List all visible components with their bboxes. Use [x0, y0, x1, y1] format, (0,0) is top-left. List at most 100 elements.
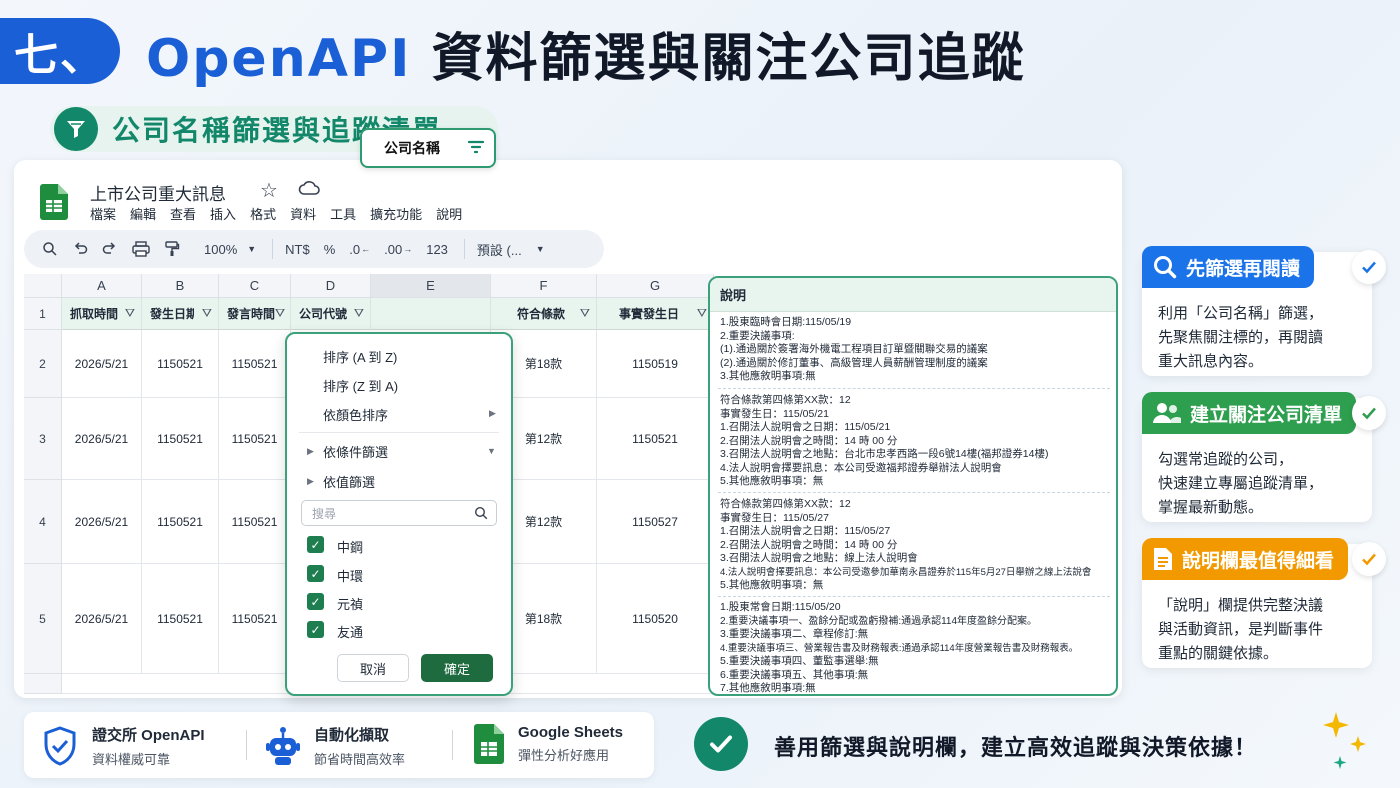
header-cell-speak-time[interactable]: 發言時間 ⛛ — [219, 298, 291, 330]
menu-edit[interactable]: 編輯 — [130, 204, 156, 223]
zoom-select[interactable]: 100% ▼ — [204, 242, 256, 257]
redo-icon[interactable] — [102, 241, 118, 257]
document-title[interactable]: 上市公司重大訊息 — [90, 180, 226, 205]
feature-desc: 彈性分析好應用 — [518, 748, 610, 763]
table-cell[interactable]: 1150521 — [142, 398, 219, 480]
confirm-button[interactable]: 確定 — [421, 654, 493, 682]
filter-icon[interactable]: ⛛ — [697, 306, 707, 321]
print-icon[interactable] — [132, 241, 150, 257]
menu-insert[interactable]: 插入 — [210, 204, 236, 223]
filter-dropdown: 排序 (A 到 Z) 排序 (Z 到 A) 依顏色排序 ▶ ▶ 依條件篩選 ▼ … — [285, 332, 513, 696]
font-select[interactable]: 預設 (... ▼ — [477, 240, 545, 259]
search-menus-icon[interactable] — [42, 241, 58, 257]
table-cell[interactable]: 1150527 — [597, 480, 714, 564]
menu-data[interactable]: 資料 — [290, 204, 316, 223]
currency-button[interactable]: NT$ — [285, 242, 310, 257]
decrease-decimal-button[interactable]: .0 ← — [349, 242, 370, 257]
decrease-decimal-label: .0 — [349, 241, 361, 257]
header-cell-clause[interactable]: 符合條款 ⛛ — [491, 298, 597, 330]
menu-extensions[interactable]: 擴充功能 — [370, 204, 422, 223]
percent-button[interactable]: % — [324, 242, 336, 257]
column-letter-a[interactable]: A — [62, 274, 142, 298]
sparkle-icon — [1320, 710, 1380, 781]
table-cell[interactable]: 2026/5/21 — [62, 564, 142, 674]
filter-icon[interactable]: ⛛ — [202, 306, 212, 321]
header-cell-fact-date[interactable]: 事實發生日 ⛛ — [597, 298, 714, 330]
row-number[interactable]: 4 — [24, 480, 62, 564]
column-letter-c[interactable]: C — [219, 274, 291, 298]
checkbox-checked[interactable]: ✓ — [307, 565, 324, 582]
column-letter-e[interactable]: E — [371, 274, 491, 298]
tip-card-header: 建立關注公司清單 — [1142, 392, 1357, 434]
filter-by-values[interactable]: 依值篩選 — [323, 472, 375, 491]
feature-title: 證交所 OpenAPI — [92, 727, 205, 744]
sort-a-to-z[interactable]: 排序 (A 到 Z) — [323, 347, 397, 366]
table-cell[interactable]: 1150521 — [142, 480, 219, 564]
explanation-line: 符合條款第四條第XX款：12 — [720, 498, 851, 510]
paint-format-icon[interactable] — [164, 241, 180, 257]
row-number[interactable]: 5 — [24, 564, 62, 674]
column-letter-d[interactable]: D — [291, 274, 371, 298]
column-letter-g[interactable]: G — [597, 274, 714, 298]
menu-format[interactable]: 格式 — [250, 204, 276, 223]
header-cell-company-code[interactable]: 公司代號 ⛛ — [291, 298, 371, 330]
table-cell[interactable]: 1150519 — [597, 330, 714, 398]
toolbar-divider — [463, 239, 465, 259]
select-all-corner[interactable] — [24, 274, 62, 298]
table-cell[interactable]: 1150521 — [219, 480, 291, 564]
header-cell-occur-date[interactable]: 發生日期 ⛛ — [142, 298, 219, 330]
table-cell[interactable]: 1150521 — [142, 330, 219, 398]
filter-by-condition[interactable]: 依條件篩選 — [323, 442, 388, 461]
checkbox-checked[interactable]: ✓ — [307, 621, 324, 638]
table-cell[interactable]: 1150520 — [597, 564, 714, 674]
row-number[interactable] — [24, 674, 62, 694]
filter-icon[interactable]: ⛛ — [125, 306, 135, 321]
table-cell[interactable]: 1150521 — [597, 398, 714, 480]
table-cell[interactable]: 2026/5/21 — [62, 398, 142, 480]
header-cell-company-name[interactable] — [371, 298, 491, 330]
explanation-line: 5.其他應敘明事項：無 — [720, 579, 824, 591]
filter-icon[interactable]: ⛛ — [580, 306, 590, 321]
sort-z-to-a[interactable]: 排序 (Z 到 A) — [323, 376, 398, 395]
explanation-cell[interactable]: 符合條款第四條第XX款：12 事實發生日：115/05/21 1.召開法人說明會… — [720, 394, 1110, 489]
table-cell[interactable]: 2026/5/21 — [62, 480, 142, 564]
tip-card-body: 「說明」欄提供完整決議 與活動資訊，是判斷事件 重點的關鍵依據。 — [1158, 594, 1323, 666]
search-icon — [1152, 254, 1178, 280]
filter-icon[interactable]: ⛛ — [354, 306, 364, 321]
header-cell-fetch-time[interactable]: 抓取時間 ⛛ — [62, 298, 142, 330]
table-cell[interactable]: 1150521 — [142, 564, 219, 674]
company-name-filter-header[interactable]: 公司名稱 — [360, 128, 496, 168]
column-letter-f[interactable]: F — [491, 274, 597, 298]
explanation-cell[interactable]: 符合條款第四條第XX款：12 事實發生日：115/05/27 1.召開法人說明會… — [720, 498, 1110, 593]
checkbox-checked[interactable]: ✓ — [307, 536, 324, 553]
table-cell[interactable]: 1150521 — [219, 330, 291, 398]
star-icon[interactable]: ☆ — [260, 178, 278, 203]
column-letter-b[interactable]: B — [142, 274, 219, 298]
increase-decimal-button[interactable]: .00 → — [384, 242, 412, 257]
active-filter-icon[interactable] — [467, 140, 485, 157]
number-format-button[interactable]: 123 — [426, 242, 448, 257]
explanation-cell[interactable]: 1.股東臨時會日期:115/05/19 2.重要決議事項: (1).通過關於簽署… — [720, 316, 1110, 384]
row-number[interactable]: 2 — [24, 330, 62, 398]
sort-by-color[interactable]: 依顏色排序 — [323, 405, 388, 424]
tip-line: 重點的關鍵依據。 — [1158, 645, 1279, 662]
filter-icon[interactable]: ⛛ — [275, 306, 285, 321]
checkbox-checked[interactable]: ✓ — [307, 593, 324, 610]
table-cell[interactable]: 1150521 — [219, 398, 291, 480]
cancel-button[interactable]: 取消 — [337, 654, 409, 682]
row-number[interactable]: 3 — [24, 398, 62, 480]
explanation-cell[interactable]: 1.股東常會日期:115/05/20 2.重要決議事項一、盈餘分配或盈虧撥補:通… — [720, 601, 1110, 694]
table-cell[interactable]: 1150521 — [219, 564, 291, 674]
cloud-status-icon[interactable] — [298, 180, 320, 201]
menu-help[interactable]: 說明 — [436, 204, 462, 223]
shield-check-icon — [42, 726, 78, 766]
chevron-down-icon: ▼ — [535, 244, 545, 254]
row-number[interactable]: 1 — [24, 298, 62, 330]
value-search-input[interactable]: 搜尋 — [301, 500, 497, 526]
menu-view[interactable]: 查看 — [170, 204, 196, 223]
menu-tools[interactable]: 工具 — [330, 204, 356, 223]
undo-icon[interactable] — [72, 241, 88, 257]
filter-header-label: 公司名稱 — [384, 140, 440, 156]
table-cell[interactable]: 2026/5/21 — [62, 330, 142, 398]
menu-file[interactable]: 檔案 — [90, 204, 116, 223]
